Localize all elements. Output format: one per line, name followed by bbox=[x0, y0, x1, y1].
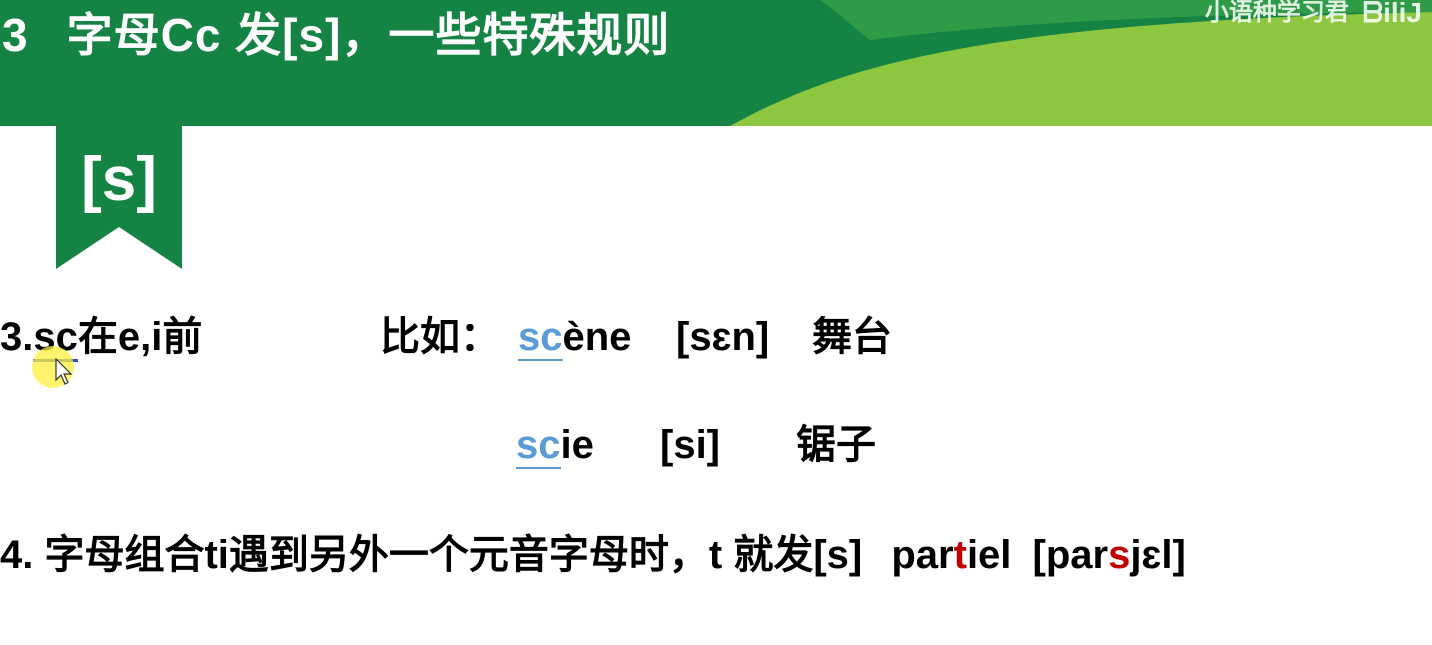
example-2: scie bbox=[516, 420, 594, 470]
example-2-ipa: [si] bbox=[660, 423, 720, 467]
rule-4-ipa-s: s bbox=[1108, 533, 1131, 577]
mouse-cursor-icon bbox=[55, 358, 73, 385]
rule-4-line: 4. 字母组合ti遇到另外一个元音字母时，t 就发[s] partiel [pa… bbox=[0, 530, 1186, 580]
watermark: 小语种学习君 ᗷiliJ bbox=[1205, 0, 1422, 30]
example-1-rest: ène bbox=[562, 315, 632, 359]
rule-4-word-t: t bbox=[953, 533, 967, 577]
rule-3-line: 3.sc在e,i前 bbox=[0, 312, 202, 362]
example-2-highlight: sc bbox=[516, 423, 561, 469]
rule-4-word-a: par bbox=[891, 533, 954, 577]
rule-3-number: 3. bbox=[0, 315, 34, 359]
rule-4-word: partiel bbox=[891, 533, 1011, 577]
example-1: scène bbox=[518, 312, 631, 362]
bilibili-logo-icon: ᗷiliJ bbox=[1362, 0, 1422, 28]
example-1-meaning: 舞台 bbox=[812, 315, 892, 359]
rule-3-condition: 在e,i前 bbox=[77, 315, 203, 359]
rule-4-word-b: iel bbox=[966, 533, 1012, 577]
example-1-highlight: sc bbox=[518, 315, 563, 361]
example-label: 比如： bbox=[380, 315, 500, 359]
title-text: 字母Cc 发[s]，一些特殊规则 bbox=[66, 9, 671, 61]
page-title: 3 字母Cc 发[s]，一些特殊规则 bbox=[2, 0, 670, 70]
rule-4-text: 4. 字母组合ti遇到另外一个元音字母时，t 就发[s] bbox=[0, 533, 863, 577]
watermark-text: 小语种学习君 bbox=[1204, 0, 1349, 26]
section-number: 3 bbox=[2, 9, 29, 61]
rule-4-ipa: [parsjɛl] bbox=[1033, 533, 1186, 577]
ribbon-label: [s] bbox=[81, 145, 157, 214]
rule-4-ipa-a: [par bbox=[1032, 533, 1109, 577]
rule-4-ipa-b: jɛl] bbox=[1130, 533, 1186, 577]
example-2-rest: ie bbox=[560, 423, 594, 467]
example-2-meaning: 锯子 bbox=[796, 423, 876, 467]
example-1-ipa: [sɛn] bbox=[676, 315, 770, 359]
